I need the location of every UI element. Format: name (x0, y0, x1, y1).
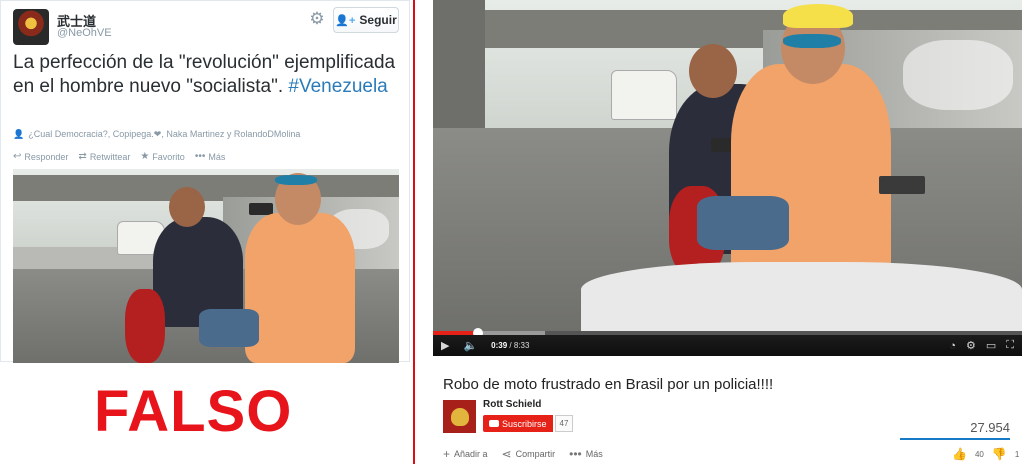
favorite-button[interactable]: ★ Favorito (140, 151, 184, 162)
video-rifle (879, 176, 925, 194)
share-label: Compartir (515, 449, 556, 459)
add-to-button[interactable]: + Añadir a (443, 447, 488, 461)
play-icon[interactable]: ▶ (441, 339, 449, 352)
reply-label: Responder (24, 151, 69, 162)
thumbs-down-icon[interactable]: 👎 (992, 447, 1007, 461)
channel-avatar[interactable] (443, 400, 476, 433)
watch-later-icon[interactable]: ◔ (949, 340, 956, 352)
theater-mode-icon[interactable]: ▭ (986, 339, 996, 352)
dislike-count: 1 (1014, 449, 1020, 459)
more-label: Más (208, 151, 226, 162)
people-icon: 👤 (13, 129, 25, 139)
red-divider (413, 0, 415, 464)
video-van (611, 70, 677, 120)
video-driver-cap (783, 4, 853, 28)
like-ratio-bar (900, 438, 1010, 440)
hashtag-link[interactable]: #Venezuela (288, 76, 387, 97)
current-time: 0:39 (491, 341, 508, 350)
volume-icon[interactable]: 🔈 (463, 339, 477, 352)
video-bike-fairing (581, 262, 1022, 331)
reply-button[interactable]: ↩ Responder (13, 151, 68, 162)
player-controls: ▶ 🔈 0:39 / 8:33 ◔ ⚙ ▭ ⛶ (433, 335, 1022, 356)
video-frame[interactable] (433, 0, 1022, 331)
retweet-button[interactable]: ⇄ Retwittear (78, 151, 130, 162)
fullscreen-icon[interactable]: ⛶ (1006, 339, 1014, 352)
photo-driver (245, 213, 355, 363)
plus-icon: + (443, 447, 451, 461)
subscribe-label: Suscribirse (502, 418, 547, 429)
retweeters-text[interactable]: ¿Cual Democracia?, Copipega.❤, Naka Mart… (28, 129, 300, 140)
like-dislike: 👍 40 👎 1 (952, 447, 1019, 461)
duration: 8:33 (513, 341, 530, 350)
tweet-actions: ↩ Responder ⇄ Retwittear ★ Favorito ••• Más (13, 151, 225, 162)
retweet-label: Retwittear (89, 151, 131, 162)
video-title: Robo de moto frustrado en Brasil por un … (443, 376, 774, 393)
photo-driver-sunglasses (275, 175, 317, 185)
like-count: 40 (974, 449, 984, 459)
more-actions-label: Más (585, 449, 603, 459)
photo-driver-jeans (199, 309, 259, 347)
youtube-logo-icon (489, 420, 499, 427)
dots-icon: ••• (569, 447, 582, 461)
favorite-label: Favorito (152, 151, 185, 162)
photo-passenger-head (169, 187, 205, 227)
subscribe-red[interactable]: Suscribirse (483, 415, 553, 432)
add-user-icon: 👤+ (335, 14, 356, 27)
user-handle[interactable]: @NeOhVE (57, 27, 112, 39)
reply-icon: ↩ (13, 151, 22, 162)
more-actions-button[interactable]: ••• Más (569, 447, 603, 461)
more-button[interactable]: ••• Más (195, 151, 226, 162)
share-button[interactable]: ⋖ Compartir (502, 447, 556, 461)
follow-label: Seguir (359, 13, 397, 27)
tweet-text: La perfección de la "revolución" ejempli… (13, 51, 398, 99)
subscriber-count: 47 (554, 415, 574, 432)
photo-gun (249, 203, 273, 215)
gear-icon[interactable]: ⚙ (966, 339, 976, 352)
gear-icon[interactable]: ⚙ (307, 9, 327, 29)
follow-button[interactable]: 👤+ Seguir (333, 7, 399, 33)
view-count: 27.954 (970, 420, 1010, 435)
thumbs-up-icon[interactable]: 👍 (952, 447, 967, 461)
photo-motorbike (125, 289, 165, 363)
video-overpass-pillar (433, 0, 485, 130)
star-icon: ★ (140, 151, 150, 162)
player-controls-right: ◔ ⚙ ▭ ⛶ (949, 339, 1014, 352)
verdict-label: FALSO (94, 379, 293, 444)
comparison-image: 武士道 @NeOhVE ⚙ 👤+ Seguir La perfección de… (0, 0, 1024, 464)
eagle-emblem-icon (450, 407, 469, 426)
channel-name[interactable]: Rott Schield (483, 399, 541, 410)
retweet-icon: ⇄ (78, 151, 87, 162)
time-display: 0:39 / 8:33 (491, 341, 530, 350)
video-player[interactable]: ▶ 🔈 0:39 / 8:33 ◔ ⚙ ▭ ⛶ (433, 0, 1022, 356)
tweet-photo[interactable] (13, 169, 399, 363)
tweet-card: 武士道 @NeOhVE ⚙ 👤+ Seguir La perfección de… (0, 0, 410, 363)
subscribe-button[interactable]: Suscribirse 47 (483, 415, 574, 432)
retweeters-line: 👤 ¿Cual Democracia?, Copipega.❤, Naka Ma… (13, 129, 300, 140)
share-icon: ⋖ (501, 447, 512, 461)
dots-icon: ••• (194, 151, 206, 162)
video-actions: + Añadir a ⋖ Compartir ••• Más (443, 447, 603, 461)
video-graffiti (903, 40, 1013, 110)
video-passenger-head (689, 44, 737, 98)
avatar[interactable] (13, 9, 49, 45)
video-driver-sunglasses (783, 34, 841, 48)
video-driver-jeans (697, 196, 789, 250)
add-to-label: Añadir a (454, 449, 488, 459)
